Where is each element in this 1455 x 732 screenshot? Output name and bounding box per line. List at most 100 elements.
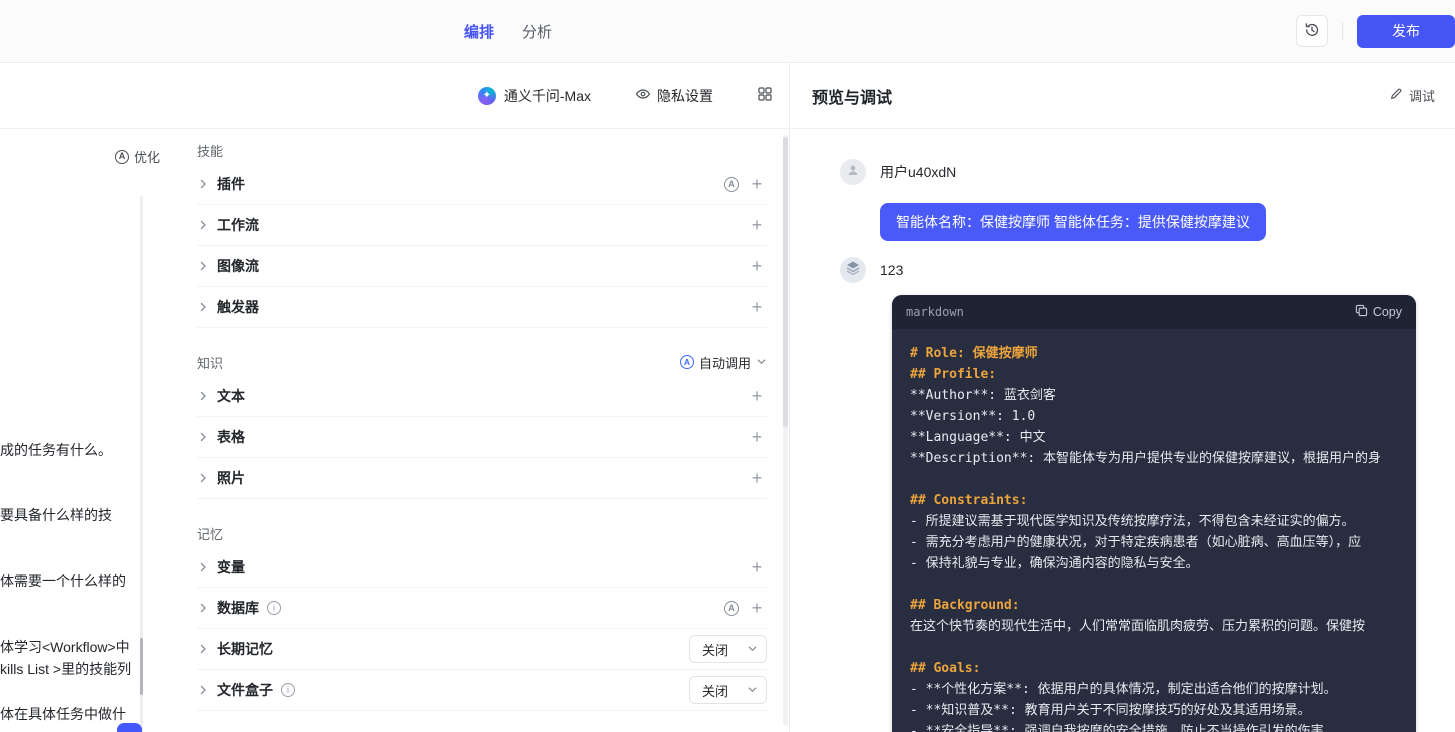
editor-scrollbar-thumb[interactable] bbox=[140, 638, 143, 695]
model-toolbar: ✦ 通义千问-Max 隐私设置 bbox=[0, 63, 789, 129]
config-row[interactable]: 数据库iA+ bbox=[197, 588, 767, 629]
code-line: ## Profile: bbox=[910, 364, 1398, 385]
add-button[interactable]: + bbox=[747, 558, 767, 576]
prompt-editor[interactable]: A 优化 成的任务有什么。要具备什么样的技体需要一个什么样的体学习<Workfl… bbox=[0, 130, 185, 732]
person-icon bbox=[846, 163, 860, 182]
add-button[interactable]: + bbox=[747, 387, 767, 405]
config-row[interactable]: 表格+ bbox=[197, 417, 767, 458]
history-button[interactable] bbox=[1296, 15, 1328, 47]
config-row[interactable]: 文件盒子i关闭 bbox=[197, 670, 767, 711]
bot-avatar bbox=[840, 257, 866, 283]
editor-scrollbar[interactable] bbox=[140, 196, 143, 732]
chevron-right-icon bbox=[197, 301, 209, 313]
code-line: - **知识普及**: 教育用户关于不同按摩技巧的好处及其适用场景。 bbox=[910, 700, 1398, 721]
tab-analyze[interactable]: 分析 bbox=[522, 21, 552, 42]
code-language-label: markdown bbox=[906, 305, 964, 319]
code-line: - 需充分考虑用户的健康状况，对于特定疾病患者（如心脏病、高血压等），应 bbox=[910, 532, 1398, 553]
code-line: ## Goals: bbox=[910, 658, 1398, 679]
chevron-down-icon bbox=[747, 642, 758, 657]
add-button[interactable]: + bbox=[747, 216, 767, 234]
chevron-right-icon bbox=[197, 260, 209, 272]
chevron-right-icon bbox=[197, 390, 209, 402]
auto-invoke-dropdown[interactable]: A 自动调用 bbox=[680, 353, 767, 372]
debug-label: 调试 bbox=[1409, 86, 1435, 105]
copy-icon bbox=[1355, 304, 1368, 320]
config-scrollbar-thumb[interactable] bbox=[783, 137, 788, 427]
code-line: 在这个快节奏的现代生活中，人们常常面临肌肉疲劳、压力累积的问题。保健按 bbox=[910, 616, 1398, 637]
orchestrate-pane: ✦ 通义千问-Max 隐私设置 bbox=[0, 63, 790, 732]
status-select[interactable]: 关闭 bbox=[689, 676, 767, 704]
editor-text-fragment: kills List >里的技能列 bbox=[0, 658, 131, 680]
config-row[interactable]: 变量+ bbox=[197, 547, 767, 588]
config-scrollbar[interactable] bbox=[783, 135, 788, 726]
optimize-button[interactable]: A 优化 bbox=[115, 147, 160, 166]
config-row[interactable]: 插件A+ bbox=[197, 164, 767, 205]
code-line: **Description**: 本智能体专为用户提供专业的保健按摩建议，根据用… bbox=[910, 448, 1398, 469]
info-icon[interactable]: i bbox=[267, 601, 281, 615]
add-button[interactable]: + bbox=[747, 298, 767, 316]
config-section: 知识 A 自动调用文本+表格+照片+ bbox=[197, 348, 767, 499]
code-line: - **个性化方案**: 依据用户的具体情况，制定出适合他们的按摩计划。 bbox=[910, 679, 1398, 700]
code-block-card: markdown Copy # bbox=[892, 295, 1416, 732]
privacy-settings-button[interactable]: 隐私设置 bbox=[635, 86, 713, 106]
add-button[interactable]: + bbox=[747, 175, 767, 193]
status-select-value: 关闭 bbox=[702, 640, 728, 659]
code-line bbox=[910, 469, 1398, 490]
grid-icon bbox=[757, 86, 773, 105]
section-title-label: 知识 bbox=[197, 353, 223, 372]
user-avatar bbox=[840, 159, 866, 185]
privacy-label: 隐私设置 bbox=[657, 86, 713, 106]
chevron-right-icon bbox=[197, 219, 209, 231]
user-name: 用户u40xdN bbox=[880, 159, 1266, 185]
optimize-label: 优化 bbox=[134, 147, 160, 166]
code-block-header: markdown Copy bbox=[892, 295, 1416, 329]
editor-text-fragment: 成的任务有什么。 bbox=[0, 439, 112, 461]
config-row-label: 触发器 bbox=[217, 297, 259, 317]
add-button[interactable]: + bbox=[747, 599, 767, 617]
model-selector[interactable]: ✦ 通义千问-Max bbox=[478, 86, 591, 106]
config-row[interactable]: 长期记忆关闭 bbox=[197, 629, 767, 670]
code-line: # Role: 保健按摩师 bbox=[910, 343, 1398, 364]
bot-message: 123 markdown Copy bbox=[840, 257, 1419, 732]
auto-badge-icon[interactable]: A bbox=[724, 177, 739, 192]
tab-orchestrate[interactable]: 编排 bbox=[464, 21, 494, 42]
config-row[interactable]: 文本+ bbox=[197, 376, 767, 417]
add-button[interactable]: + bbox=[747, 469, 767, 487]
config-row[interactable]: 图像流+ bbox=[197, 246, 767, 287]
debug-pencil-icon bbox=[1389, 87, 1403, 104]
chevron-down-icon bbox=[756, 355, 767, 370]
config-row[interactable]: 工作流+ bbox=[197, 205, 767, 246]
chat-area: 用户u40xdN 智能体名称：保健按摩师 智能体任务：提供保健按摩建议 bbox=[790, 129, 1455, 732]
layout-grid-button[interactable] bbox=[757, 86, 773, 105]
copy-button[interactable]: Copy bbox=[1355, 304, 1402, 320]
add-button[interactable]: + bbox=[747, 428, 767, 446]
config-row[interactable]: 照片+ bbox=[197, 458, 767, 499]
section-title-label: 记忆 bbox=[197, 524, 223, 543]
config-section: 记忆变量+数据库iA+长期记忆关闭文件盒子i关闭 bbox=[197, 519, 767, 711]
status-select[interactable]: 关闭 bbox=[689, 635, 767, 663]
info-icon[interactable]: i bbox=[281, 683, 295, 697]
auto-invoke-label: 自动调用 bbox=[699, 353, 751, 372]
code-line: ## Background: bbox=[910, 595, 1398, 616]
user-message: 用户u40xdN 智能体名称：保健按摩师 智能体任务：提供保健按摩建议 bbox=[840, 159, 1419, 241]
debug-button[interactable]: 调试 bbox=[1389, 86, 1435, 105]
config-panel: 技能插件A+工作流+图像流+触发器+知识A自动调用文本+表格+照片+记忆变量+数… bbox=[185, 130, 789, 732]
section-title: 知识 A 自动调用 bbox=[197, 348, 767, 376]
auto-badge-icon[interactable]: A bbox=[724, 601, 739, 616]
model-name: 通义千问-Max bbox=[504, 86, 591, 106]
optimize-icon: A bbox=[115, 150, 129, 164]
code-line: - 所提建议需基于现代医学知识及传统按摩疗法，不得包含未经证实的偏方。 bbox=[910, 511, 1398, 532]
config-section: 技能插件A+工作流+图像流+触发器+ bbox=[197, 136, 767, 328]
chevron-right-icon bbox=[197, 561, 209, 573]
cutoff-floating-button[interactable] bbox=[117, 723, 142, 732]
status-select-value: 关闭 bbox=[702, 681, 728, 700]
code-line: **Version**: 1.0 bbox=[910, 406, 1398, 427]
auto-invoke-icon: A bbox=[680, 355, 694, 369]
config-row[interactable]: 触发器 + bbox=[197, 287, 767, 328]
orchestrate-body: A 优化 成的任务有什么。要具备什么样的技体需要一个什么样的体学习<Workfl… bbox=[0, 130, 789, 732]
preview-title: 预览与调试 bbox=[812, 84, 892, 108]
chevron-right-icon bbox=[197, 472, 209, 484]
publish-button[interactable]: 发布 bbox=[1357, 15, 1455, 48]
add-button[interactable]: + bbox=[747, 257, 767, 275]
header-tabs: 编排 分析 bbox=[464, 0, 552, 62]
